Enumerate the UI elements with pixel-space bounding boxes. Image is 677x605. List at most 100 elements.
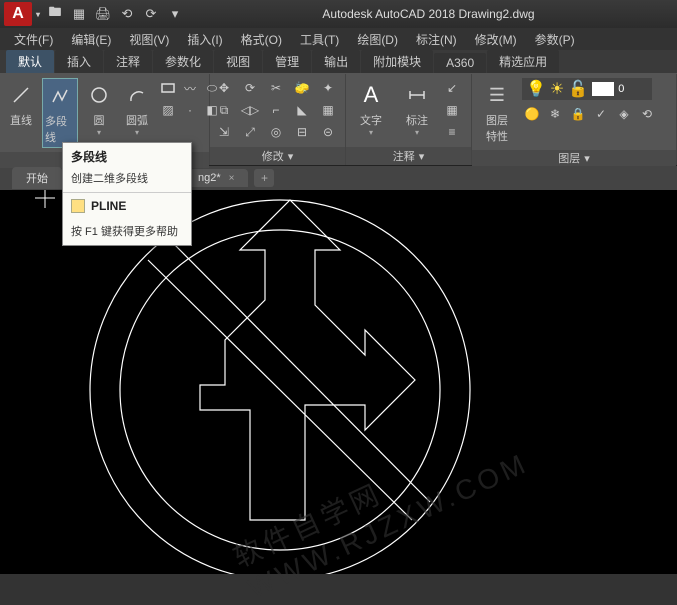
annotate-mini: ↙ ▦ ≡ bbox=[442, 78, 462, 142]
align-icon[interactable]: ⊟ bbox=[292, 122, 312, 142]
copy-icon[interactable]: ⧉ bbox=[214, 100, 234, 120]
menu-dimension[interactable]: 标注(N) bbox=[408, 29, 465, 50]
menu-file[interactable]: 文件(F) bbox=[6, 29, 61, 50]
menu-insert[interactable]: 插入(I) bbox=[179, 29, 230, 50]
menu-draw[interactable]: 绘图(D) bbox=[349, 29, 406, 50]
arc-button[interactable]: 圆弧 ▾ bbox=[120, 78, 154, 139]
bulb-icon: 💡 bbox=[526, 79, 546, 99]
menu-parametric[interactable]: 参数(P) bbox=[527, 29, 583, 50]
mtext-icon[interactable]: ≡ bbox=[442, 122, 462, 142]
qat-print-icon[interactable]: 🖨 bbox=[94, 5, 112, 23]
layer-color-swatch bbox=[592, 82, 614, 96]
polyline-icon bbox=[45, 81, 75, 111]
qat-save-icon[interactable]: ▦ bbox=[70, 5, 88, 23]
stretch-icon[interactable]: ⇲ bbox=[214, 122, 234, 142]
sun-icon: ☀ bbox=[550, 79, 564, 99]
line-icon bbox=[6, 80, 36, 110]
menu-tools[interactable]: 工具(T) bbox=[292, 29, 347, 50]
tab-insert[interactable]: 插入 bbox=[55, 50, 103, 73]
tooltip-polyline: 多段线 创建二维多段线 PLINE 按 F1 键获得更多帮助 bbox=[62, 142, 192, 246]
menu-format[interactable]: 格式(O) bbox=[233, 29, 290, 50]
chevron-down-icon: ▾ bbox=[415, 128, 419, 137]
chamfer-icon[interactable]: ◣ bbox=[292, 100, 312, 120]
text-button[interactable]: A 文字 ▾ bbox=[350, 78, 392, 139]
lock-icon: 🔓 bbox=[568, 79, 588, 99]
layer-match-icon[interactable]: ✓ bbox=[591, 104, 611, 124]
dimension-icon bbox=[402, 80, 432, 110]
panel-layers: ☰ 图层 特性 💡 ☀ 🔓 0 🟡 ❄ 🔒 ✓ ◈ ⟲ bbox=[472, 74, 677, 165]
tooltip-title: 多段线 bbox=[63, 143, 191, 170]
file-tab-drawing[interactable]: ng2*× bbox=[184, 169, 248, 187]
layer-prev-icon[interactable]: ⟲ bbox=[637, 104, 657, 124]
panel-annotate: A 文字 ▾ 标注 ▾ ↙ ▦ ≡ 注释 ▾ bbox=[346, 74, 472, 165]
close-icon[interactable]: × bbox=[229, 173, 235, 184]
explode-icon[interactable]: ✦ bbox=[318, 78, 338, 98]
layer-properties-button[interactable]: ☰ 图层 特性 bbox=[476, 78, 518, 146]
tab-annotate[interactable]: 注释 bbox=[104, 50, 152, 73]
window-title: Autodesk AutoCAD 2018 Drawing2.dwg bbox=[184, 7, 673, 21]
tab-manage[interactable]: 管理 bbox=[263, 50, 311, 73]
rotate-icon[interactable]: ⟳ bbox=[240, 78, 260, 98]
panel-title-modify[interactable]: 修改 ▾ bbox=[210, 147, 345, 165]
menu-view[interactable]: 视图(V) bbox=[121, 29, 177, 50]
offset-icon[interactable]: ◎ bbox=[266, 122, 286, 142]
circle-icon bbox=[84, 80, 114, 110]
line-button[interactable]: 直线 bbox=[4, 78, 38, 130]
layer-off-icon[interactable]: 🟡 bbox=[522, 104, 542, 124]
tab-featured[interactable]: 精选应用 bbox=[487, 50, 559, 73]
tab-addins[interactable]: 附加模块 bbox=[361, 50, 433, 73]
panel-title-layers[interactable]: 图层 ▾ bbox=[472, 150, 676, 166]
modify-tools: ✥ ⟳ ✂ 🧽 ✦ ⧉ ◁▷ ⌐ ◣ ▦ ⇲ ⤢ ◎ ⊟ ⊝ bbox=[214, 78, 342, 142]
chevron-down-icon: ▾ bbox=[135, 128, 139, 137]
layer-selector[interactable]: 💡 ☀ 🔓 0 bbox=[522, 78, 652, 100]
text-icon: A bbox=[356, 80, 386, 110]
ribbon-tabs: 默认 插入 注释 参数化 视图 管理 输出 附加模块 A360 精选应用 bbox=[0, 50, 677, 74]
qat-open-icon[interactable]: 🖿 bbox=[46, 5, 64, 23]
rectangle-icon[interactable] bbox=[158, 78, 178, 98]
scale-icon[interactable]: ⤢ bbox=[240, 122, 260, 142]
hatch-icon[interactable]: ▨ bbox=[158, 100, 178, 120]
new-tab-button[interactable]: + bbox=[254, 169, 274, 187]
layer-name: 0 bbox=[618, 83, 624, 95]
menu-edit[interactable]: 编辑(E) bbox=[63, 29, 119, 50]
array-icon[interactable]: ▦ bbox=[318, 100, 338, 120]
dimension-button[interactable]: 标注 ▾ bbox=[396, 78, 438, 139]
qat-redo-icon[interactable]: ⟳ bbox=[142, 5, 160, 23]
tooltip-description: 创建二维多段线 bbox=[63, 170, 191, 192]
app-menu-button[interactable]: A bbox=[4, 2, 32, 26]
move-icon[interactable]: ✥ bbox=[214, 78, 234, 98]
layer-lock-icon[interactable]: 🔒 bbox=[568, 104, 588, 124]
table-icon[interactable]: ▦ bbox=[442, 100, 462, 120]
circle-button[interactable]: 圆 ▾ bbox=[82, 78, 116, 139]
tab-output[interactable]: 输出 bbox=[312, 50, 360, 73]
point-icon[interactable]: · bbox=[180, 100, 200, 120]
tooltip-help: 按 F1 键获得更多帮助 bbox=[63, 219, 191, 245]
polyline-button[interactable]: 多段线 bbox=[42, 78, 78, 148]
drawing-canvas[interactable]: 软件自学网 WWW.RJZXW.COM bbox=[0, 190, 677, 574]
spline-icon[interactable]: 〰 bbox=[180, 78, 200, 98]
mirror-icon[interactable]: ◁▷ bbox=[240, 100, 260, 120]
panel-modify: ✥ ⟳ ✂ 🧽 ✦ ⧉ ◁▷ ⌐ ◣ ▦ ⇲ ⤢ ◎ ⊟ ⊝ 修改 ▾ bbox=[210, 74, 346, 165]
fillet-icon[interactable]: ⌐ bbox=[266, 100, 286, 120]
command-icon bbox=[71, 199, 85, 213]
tab-a360[interactable]: A360 bbox=[434, 53, 486, 73]
layer-tools: 🟡 ❄ 🔒 ✓ ◈ ⟲ bbox=[522, 104, 672, 124]
break-icon[interactable]: ⊝ bbox=[318, 122, 338, 142]
tooltip-command: PLINE bbox=[63, 193, 191, 219]
qat-undo-icon[interactable]: ⟲ bbox=[118, 5, 136, 23]
tab-view[interactable]: 视图 bbox=[214, 50, 262, 73]
chevron-down-icon: ▾ bbox=[97, 128, 101, 137]
quick-access-toolbar: 🖿 ▦ 🖨 ⟲ ⟳ ▾ bbox=[46, 5, 184, 23]
erase-icon[interactable]: 🧽 bbox=[292, 78, 312, 98]
layer-iso-icon[interactable]: ◈ bbox=[614, 104, 634, 124]
leader-icon[interactable]: ↙ bbox=[442, 78, 462, 98]
title-bar: A 🖿 ▦ 🖨 ⟲ ⟳ ▾ Autodesk AutoCAD 2018 Draw… bbox=[0, 0, 677, 28]
layer-freeze-icon[interactable]: ❄ bbox=[545, 104, 565, 124]
tab-default[interactable]: 默认 bbox=[6, 50, 54, 73]
tab-parametric[interactable]: 参数化 bbox=[153, 50, 213, 73]
trim-icon[interactable]: ✂ bbox=[266, 78, 286, 98]
file-tab-start[interactable]: 开始 bbox=[12, 167, 62, 189]
panel-title-annotate[interactable]: 注释 ▾ bbox=[346, 147, 471, 165]
qat-more-icon[interactable]: ▾ bbox=[166, 5, 184, 23]
menu-modify[interactable]: 修改(M) bbox=[467, 29, 525, 50]
